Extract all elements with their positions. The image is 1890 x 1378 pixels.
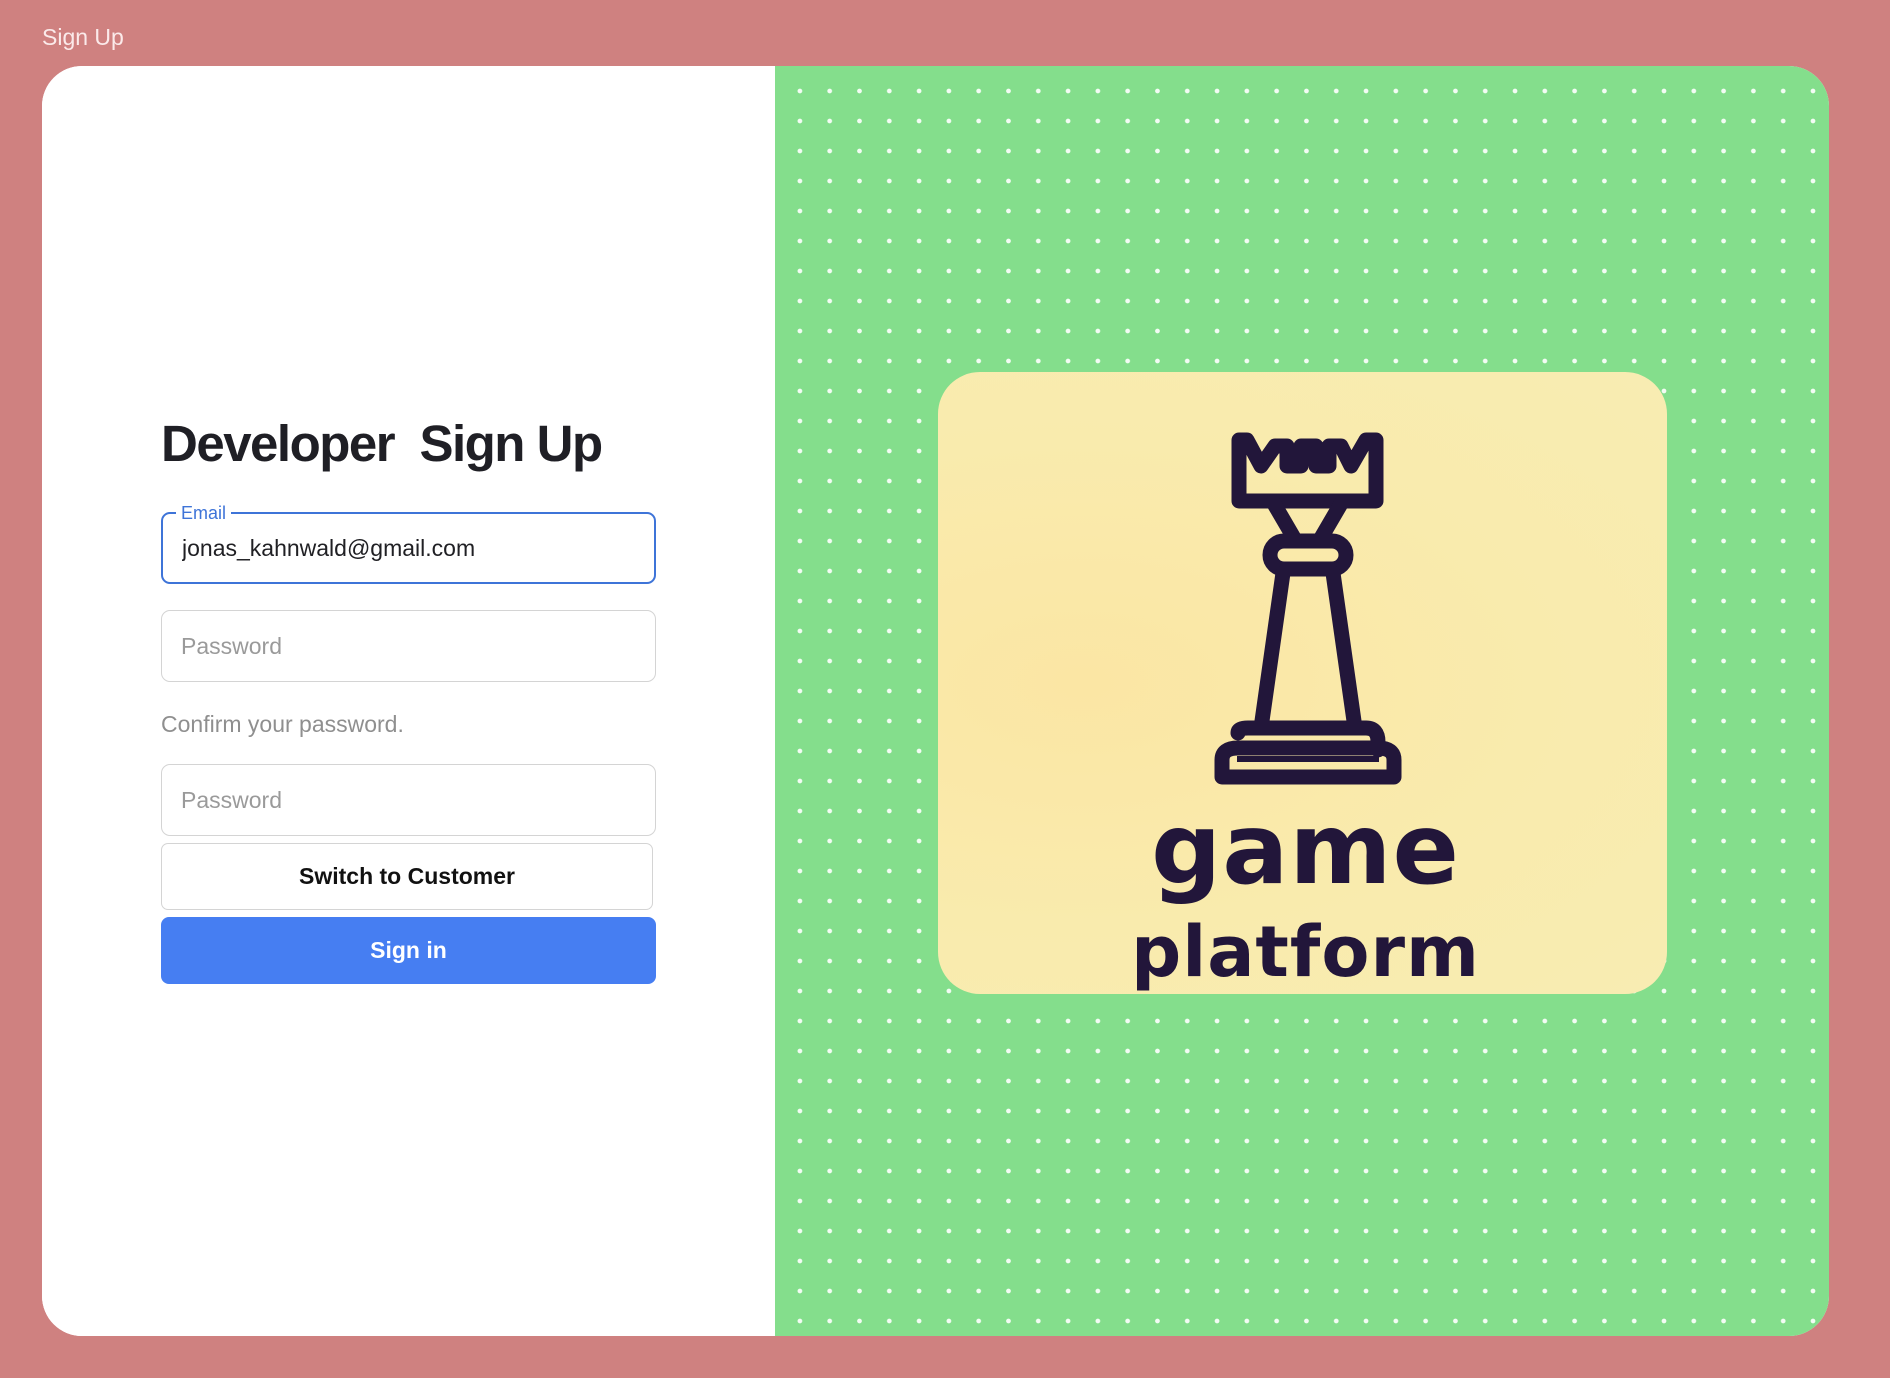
brand-pane: game platform xyxy=(775,66,1829,1336)
logo-wordmark-game: game xyxy=(1151,793,1460,907)
confirm-password-field[interactable] xyxy=(161,764,656,836)
window-title: Sign Up xyxy=(42,24,124,50)
email-field[interactable]: Email xyxy=(161,502,656,584)
logo-wordmark-platform: platform xyxy=(1131,911,1480,993)
password-field[interactable] xyxy=(161,610,656,682)
signup-form: Developer Sign Up Email Confirm your pas… xyxy=(161,414,656,984)
form-pane: Developer Sign Up Email Confirm your pas… xyxy=(42,66,775,1336)
confirm-password-input[interactable] xyxy=(181,765,636,835)
signup-card: Developer Sign Up Email Confirm your pas… xyxy=(42,66,1829,1336)
logo-card: game platform xyxy=(938,372,1667,994)
page-title: Developer Sign Up xyxy=(161,415,603,472)
sign-in-button[interactable]: Sign in xyxy=(161,917,656,984)
confirm-password-helper: Confirm your password. xyxy=(161,711,404,737)
switch-to-customer-button[interactable]: Switch to Customer xyxy=(161,843,653,910)
password-input[interactable] xyxy=(181,611,636,681)
email-input[interactable] xyxy=(182,514,637,582)
